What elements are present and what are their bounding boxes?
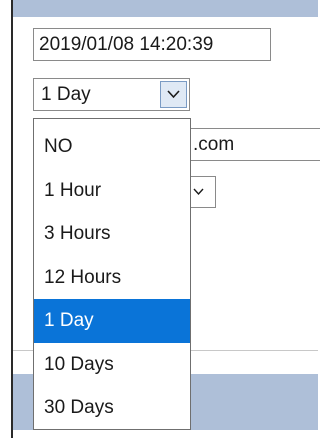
- dropdown-button[interactable]: [160, 81, 187, 108]
- dropdown-option[interactable]: 3 Hours: [34, 212, 190, 256]
- dropdown-option[interactable]: 10 Days: [34, 343, 190, 387]
- interval-select[interactable]: 1 Day: [33, 78, 190, 111]
- chevron-down-icon: [167, 90, 180, 99]
- dropdown-option[interactable]: NO: [34, 125, 190, 169]
- interval-dropdown-list: NO 1 Hour 3 Hours 12 Hours 1 Day 10 Days 30 Da…: [33, 118, 191, 430]
- dropdown-option[interactable]: 30 Days: [34, 386, 190, 430]
- header-band: [13, 0, 318, 17]
- email-field[interactable]: .com: [185, 128, 320, 161]
- dropdown-option[interactable]: 1 Hour: [34, 169, 190, 213]
- dropdown-option[interactable]: 12 Hours: [34, 256, 190, 300]
- datetime-field[interactable]: 2019/01/08 14:20:39: [33, 28, 271, 61]
- window-frame: [11, 0, 13, 438]
- chevron-down-icon: [193, 188, 204, 196]
- email-field-text: .com: [193, 134, 235, 155]
- dropdown-option[interactable]: 1 Day: [34, 299, 190, 343]
- interval-select-value: 1 Day: [41, 84, 91, 105]
